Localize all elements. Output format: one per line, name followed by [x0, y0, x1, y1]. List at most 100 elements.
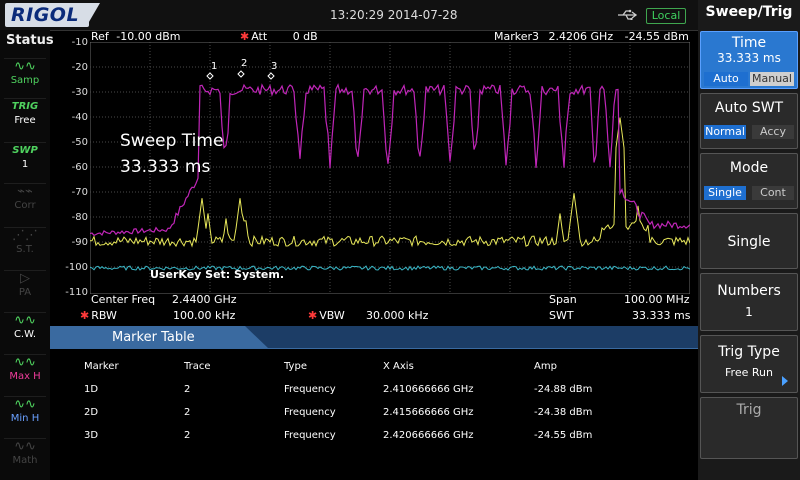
softkey-auto-swt[interactable]: Auto SWT	[700, 93, 798, 149]
cell-marker: 3D	[84, 430, 99, 441]
status-title: Status	[6, 33, 54, 48]
y-tick-label: -30	[71, 87, 88, 98]
status-maxh[interactable]: ∿∿ Max H	[4, 354, 46, 391]
y-tick-label: -50	[71, 137, 88, 148]
column-header-amp: Amp	[534, 361, 557, 372]
menu-title: Sweep/Trig	[705, 4, 793, 20]
status-corr-label: Corr	[14, 200, 36, 211]
wave-icon: ∿∿	[14, 59, 36, 74]
sweep-time-label: Sweep Time	[120, 131, 224, 151]
softkey-numbers[interactable]: Numbers 1	[700, 273, 798, 331]
cell-marker: 2D	[84, 407, 99, 418]
cell-amp: -24.88 dBm	[534, 384, 593, 395]
cell-trace: 2	[184, 407, 191, 418]
mode-single-option[interactable]: Single	[704, 186, 746, 200]
submenu-arrow-icon	[782, 376, 788, 386]
status-pa[interactable]: ▷ PA	[4, 270, 46, 307]
cell-amp: -24.38 dBm	[534, 407, 593, 418]
status-swp[interactable]: SWP 1	[4, 142, 46, 179]
cell-x-axis: 2.410666666 GHz	[383, 384, 474, 395]
column-header-x-axis: X Axis	[383, 361, 414, 372]
time-manual-option[interactable]: Manual	[750, 72, 794, 86]
swt-value: 33.333 ms	[632, 309, 691, 322]
userkey-message: UserKey Set: System.	[150, 268, 285, 281]
marker-1-label: 1	[211, 61, 217, 72]
softkey-single-label: Single	[727, 234, 771, 250]
vbw-label: VBW	[319, 309, 345, 322]
center-freq-value: 2.4400 GHz	[172, 293, 237, 306]
analyzer-screen: RIGOL 13:20:29 2014-07-28 Local Status ∿…	[0, 0, 800, 480]
softkey-mode[interactable]: Mode	[700, 153, 798, 209]
cell-type: Frequency	[284, 430, 336, 441]
cell-type: Frequency	[284, 384, 336, 395]
y-tick-label: -100	[65, 262, 88, 273]
softkey-trig-setup[interactable]: Trig	[700, 397, 798, 459]
status-math[interactable]: ∿∿ Math	[4, 438, 46, 475]
status-minh[interactable]: ∿∿ Min H	[4, 396, 46, 433]
column-header-type: Type	[284, 361, 307, 372]
vbw-value: 30.000 kHz	[366, 309, 429, 322]
status-samp[interactable]: ∿∿ Samp	[4, 58, 46, 95]
cell-amp: -24.55 dBm	[534, 430, 593, 441]
mode-cont-option[interactable]: Cont	[752, 186, 794, 200]
sweep-time-overlay: Sweep Time 33.333 ms	[120, 128, 223, 180]
swt-label: SWT	[549, 309, 574, 322]
pa-icon: ▷	[20, 271, 30, 286]
rigol-logo: RIGOL	[5, 3, 89, 27]
status-trig-label: Free	[14, 115, 36, 126]
time-auto-option[interactable]: Auto	[704, 72, 748, 86]
wave-icon: ∿∿	[14, 355, 36, 370]
swp-icon: SWP	[12, 145, 38, 156]
status-cw-label: C.W.	[13, 329, 37, 340]
trig-icon: TRIG	[11, 101, 39, 112]
y-tick-label: -60	[71, 162, 88, 173]
status-maxh-label: Max H	[9, 371, 41, 382]
y-tick-label: -110	[65, 287, 88, 298]
rbw-label: RBW	[91, 309, 117, 322]
rbw-value: 100.00 kHz	[173, 309, 236, 322]
st-icon: ⋰⋰	[12, 228, 38, 243]
sweep-time-value: 33.333 ms	[120, 157, 211, 177]
usb-icon	[617, 8, 639, 22]
softkey-trig-setup-label: Trig	[736, 402, 762, 418]
status-swp-label: 1	[21, 159, 29, 170]
center-freq-label: Center Freq	[91, 293, 156, 306]
softkey-trig-type-label: Trig Type	[718, 344, 780, 360]
cell-x-axis: 2.420666666 GHz	[383, 430, 474, 441]
softkey-time-value: 33.333 ms	[717, 51, 781, 65]
status-math-label: Math	[12, 455, 38, 466]
status-samp-label: Samp	[10, 75, 40, 86]
status-trig[interactable]: TRIG Free	[4, 98, 46, 135]
span-value: 100.00 MHz	[624, 293, 690, 306]
cell-marker: 1D	[84, 384, 99, 395]
wave-icon: ∿∿	[14, 397, 36, 412]
softkey-single[interactable]: Single	[700, 213, 798, 269]
cell-type: Frequency	[284, 407, 336, 418]
y-tick-label: -70	[71, 187, 88, 198]
status-cw[interactable]: ∿∿ C.W.	[4, 312, 46, 349]
auto-swt-normal-option[interactable]: Normal	[704, 125, 746, 139]
asterisk-icon: ✱	[80, 309, 90, 322]
column-header-trace: Trace	[184, 361, 211, 372]
marker-table-title: Marker Table	[112, 330, 195, 345]
status-st[interactable]: ⋰⋰ S.T.	[4, 227, 46, 264]
corr-icon: ⌁⌁	[17, 184, 33, 199]
rbw: ✱ RBW	[80, 309, 117, 322]
status-minh-label: Min H	[10, 413, 40, 424]
column-header-marker: Marker	[84, 361, 119, 372]
softkey-auto-swt-label: Auto SWT	[714, 100, 784, 116]
status-st-label: S.T.	[16, 244, 34, 255]
status-pa-label: PA	[18, 287, 32, 298]
auto-swt-accy-option[interactable]: Accy	[752, 125, 794, 139]
local-badge[interactable]: Local	[646, 8, 686, 24]
marker-2-label: 2	[241, 58, 247, 69]
softkey-numbers-value: 1	[745, 305, 753, 319]
span-label: Span	[549, 293, 577, 306]
wave-icon: ∿∿	[14, 313, 36, 328]
logo-slant-decoration	[86, 3, 100, 27]
y-tick-label: -40	[71, 112, 88, 123]
status-corr[interactable]: ⌁⌁ Corr	[4, 183, 46, 220]
y-tick-label: -10	[71, 37, 88, 48]
marker-table	[50, 349, 698, 480]
y-tick-label: -80	[71, 212, 88, 223]
